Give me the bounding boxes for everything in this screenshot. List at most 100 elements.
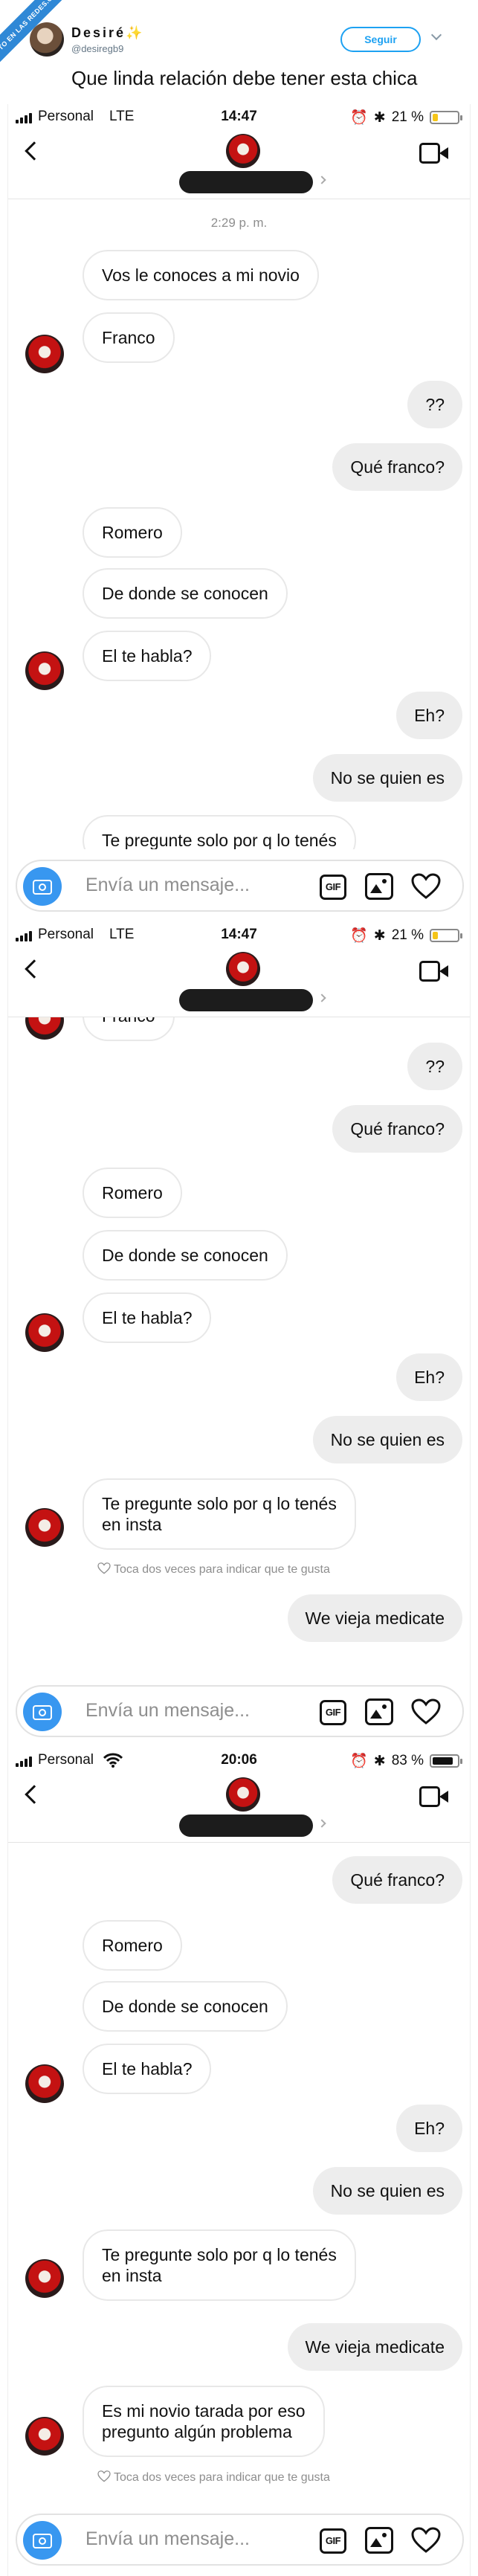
message-in[interactable]: Franco [83, 312, 175, 363]
message-composer: Envía un mensaje... GIF [8, 849, 470, 922]
like-hint: Toca dos veces para indicar que te gusta [97, 2470, 330, 2485]
message-out[interactable]: No se quien es [312, 2167, 462, 2215]
message-out[interactable]: We vieja medicate [287, 1594, 462, 1642]
alarm-icon: ⏰ [350, 110, 368, 126]
message-in[interactable]: Romero [83, 1920, 182, 1971]
chevron-right-icon [317, 994, 326, 1002]
contact-name-redacted[interactable] [179, 171, 313, 193]
heart-icon [97, 2470, 111, 2482]
heart-icon[interactable] [411, 1698, 441, 1725]
chevron-down-icon[interactable] [430, 29, 442, 41]
status-bar: Personal 20:06 ⏰ ✱ 83 % [8, 1748, 470, 1773]
bluetooth-icon: ✱ [373, 927, 386, 944]
message-in[interactable]: Te pregunte solo por q lo tenés [83, 815, 356, 849]
message-in[interactable]: De donde se conocen [83, 1981, 288, 2032]
chevron-left-icon[interactable] [25, 959, 44, 979]
tweet-avatar[interactable] [30, 22, 64, 57]
message-placeholder: Envía un mensaje... [85, 875, 250, 895]
follow-button[interactable]: Seguir [340, 27, 421, 52]
message-placeholder: Envía un mensaje... [85, 2528, 250, 2549]
message-out[interactable]: Eh? [396, 692, 462, 739]
avatar [25, 2417, 64, 2456]
camera-icon[interactable] [23, 1693, 62, 1731]
tweet-user-name[interactable]: Desiré✨ [71, 25, 142, 41]
bluetooth-icon: ✱ [373, 109, 386, 126]
alarm-icon: ⏰ [350, 928, 368, 944]
video-camera-icon[interactable] [419, 1786, 449, 1807]
message-out[interactable]: Qué franco? [332, 443, 462, 491]
message-in[interactable]: Romero [83, 1168, 182, 1218]
chevron-right-icon [317, 176, 326, 184]
message-out[interactable]: Qué franco? [332, 1856, 462, 1904]
message-out[interactable]: Eh? [396, 2105, 462, 2152]
alarm-icon: ⏰ [350, 1754, 368, 1769]
message-in[interactable]: El te habla? [83, 2044, 212, 2094]
message-in[interactable]: Es mi novio tarada por eso pregunto algú… [83, 2386, 325, 2457]
message-in[interactable]: Franco [83, 1017, 175, 1041]
contact-name-redacted[interactable] [179, 989, 313, 1011]
contact-name-redacted[interactable] [179, 1815, 313, 1837]
message-in[interactable]: El te habla? [83, 631, 212, 681]
message-in[interactable]: De donde se conocen [83, 1230, 288, 1281]
message-input[interactable]: Envía un mensaje... GIF [16, 860, 464, 912]
chat-header [8, 1773, 470, 1843]
message-thread[interactable]: Franco ?? Qué franco? Romero De donde se… [8, 1017, 470, 1675]
heart-icon[interactable] [411, 873, 441, 900]
video-camera-icon[interactable] [419, 143, 449, 164]
gif-icon[interactable]: GIF [320, 1700, 346, 1725]
avatar [25, 335, 64, 373]
gallery-icon[interactable] [365, 873, 393, 900]
message-thread[interactable]: Qué franco? Romero De donde se conocen E… [8, 1843, 470, 2503]
gallery-icon[interactable] [365, 1698, 393, 1725]
chat-screenshot-3: Personal 20:06 ⏰ ✱ 83 % Qué franco? Romero… [7, 1748, 471, 2576]
message-in[interactable]: Te pregunte solo por q lo tenés en insta [83, 1478, 356, 1550]
message-in[interactable]: Te pregunte solo por q lo tenés en insta [83, 2229, 356, 2301]
message-out[interactable]: We vieja medicate [287, 2323, 462, 2371]
camera-icon[interactable] [23, 867, 62, 906]
message-in[interactable]: El te habla? [83, 1292, 212, 1343]
contact-avatar[interactable] [226, 952, 260, 986]
chat-screenshot-1: Personal LTE 14:47 ⏰ ✱ 21 % 2:29 p. m. Vos… [7, 104, 471, 922]
message-in[interactable]: Vos le conoces a mi novio [83, 250, 319, 300]
chat-screenshot-2: Personal LTE 14:47 ⏰✱21 % Franco ?? Qué … [7, 922, 471, 1748]
avatar [25, 1313, 64, 1352]
contact-avatar[interactable] [226, 1777, 260, 1812]
camera-icon[interactable] [23, 2521, 62, 2560]
gallery-icon[interactable] [365, 2527, 393, 2554]
video-camera-icon[interactable] [419, 961, 449, 982]
battery-icon [430, 111, 462, 124]
chevron-left-icon[interactable] [25, 141, 44, 161]
chat-header [8, 947, 470, 1017]
thread-timestamp: 2:29 p. m. [210, 216, 268, 230]
message-input[interactable]: Envía un mensaje... GIF [16, 1685, 464, 1737]
avatar [25, 1017, 64, 1040]
status-bar: Personal LTE 14:47 ⏰ ✱ 21 % [8, 104, 470, 129]
message-out[interactable]: No se quien es [312, 1416, 462, 1464]
avatar [25, 2064, 64, 2103]
message-out[interactable]: ?? [407, 1043, 462, 1090]
avatar [25, 651, 64, 690]
tweet-header: VISTO EN LAS REDES.COM Desiré✨ @desiregb… [0, 0, 478, 104]
chevron-right-icon [317, 1819, 326, 1828]
message-input[interactable]: Envía un mensaje... GIF [16, 2514, 464, 2566]
tweet-handle[interactable]: @desiregb9 [71, 43, 123, 54]
status-bar: Personal LTE 14:47 ⏰ ✱ 21 % [8, 922, 470, 947]
battery-icon [430, 929, 462, 942]
message-composer: Envía un mensaje... GIF [8, 1675, 470, 1748]
like-hint: Toca dos veces para indicar que te gusta [97, 1562, 330, 1577]
message-out[interactable]: ?? [407, 381, 462, 428]
gif-icon[interactable]: GIF [320, 2528, 346, 2554]
message-placeholder: Envía un mensaje... [85, 1700, 250, 1721]
message-out[interactable]: No se quien es [312, 754, 462, 802]
contact-avatar[interactable] [226, 134, 260, 168]
message-in[interactable]: De donde se conocen [83, 568, 288, 619]
message-in[interactable]: Romero [83, 507, 182, 558]
message-out[interactable]: Qué franco? [332, 1105, 462, 1153]
gif-icon[interactable]: GIF [320, 875, 346, 900]
chevron-left-icon[interactable] [25, 1785, 44, 1804]
battery-percent: 83 % [391, 1753, 424, 1768]
message-out[interactable]: Eh? [396, 1353, 462, 1401]
heart-icon[interactable] [411, 2527, 441, 2554]
battery-percent: 21 % [391, 927, 424, 943]
message-thread[interactable]: 2:29 p. m. Vos le conoces a mi novio Fra… [8, 199, 470, 849]
